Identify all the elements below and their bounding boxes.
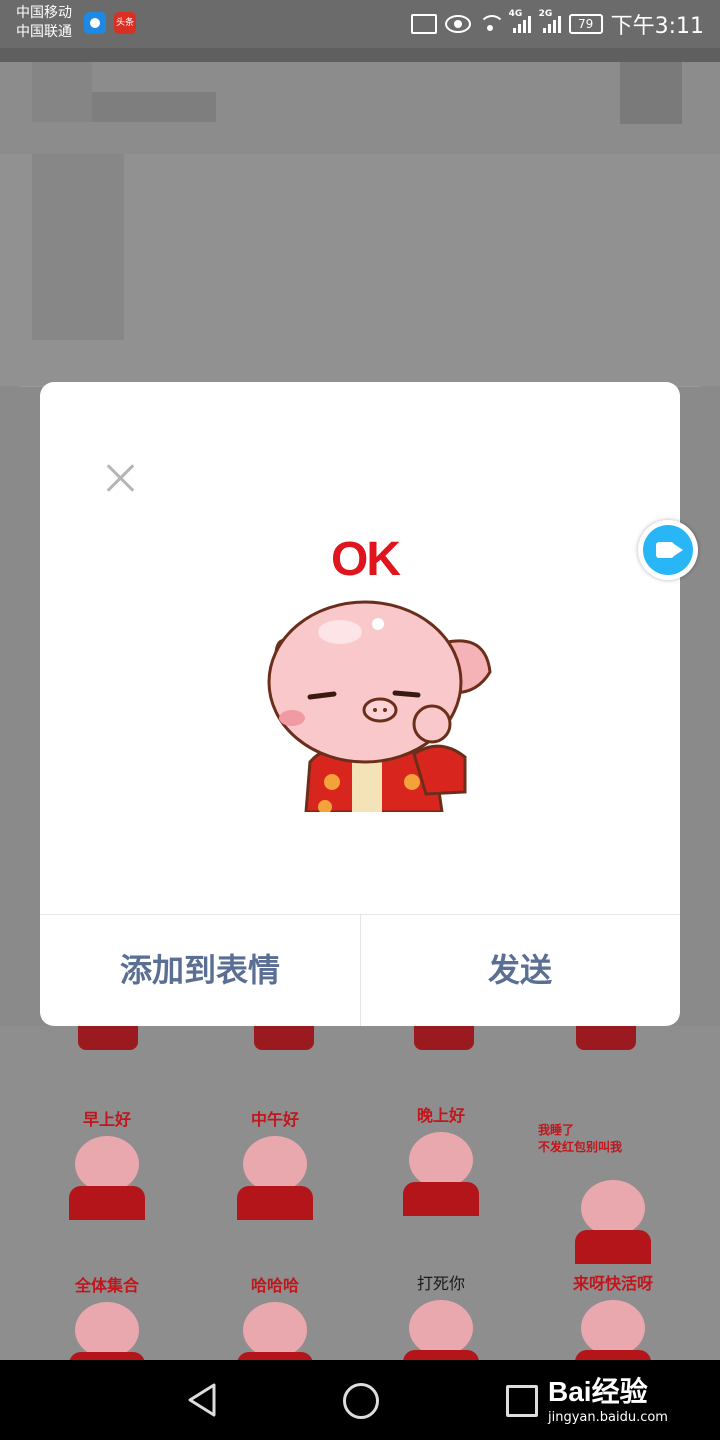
baidu-watermark: Bai经验 jingyan.baidu.com [548,1370,718,1436]
blurred-block [92,92,216,122]
sticker-grid: 早上好 中午好 晚上好 我睡了 不发红包别叫我 全体集合 哈哈哈 打死你 来呀快… [0,1026,720,1386]
floating-camera-button[interactable] [638,520,698,580]
signal-2g-icon: 2G [539,9,561,33]
sticker-cutoff [254,1026,314,1050]
nav-back-icon[interactable] [186,1382,218,1418]
sticker-item[interactable]: 晚上好 [366,1102,516,1216]
pig-sticker-image [403,1300,479,1384]
sticker-item[interactable]: 早上好 [32,1106,182,1220]
pig-sticker-image [237,1302,313,1386]
background-title-area [0,62,720,154]
sticker-cutoff [576,1026,636,1050]
app-notification-icon [84,12,106,34]
pig-sticker-image [69,1302,145,1386]
pig-sticker-image [69,1136,145,1220]
sticker-item[interactable]: 中午好 [200,1106,350,1220]
watermark-url: jingyan.baidu.com [548,1410,668,1425]
sticker-preview-dialog: OK 添加到表情 发送 [40,382,680,1026]
status-bar: 中国移动 中国联通 头条 4G 2G 79 下午3:11 [0,0,720,48]
background-content [0,154,720,386]
status-indicators: 4G 2G 79 下午3:11 [410,9,704,39]
nav-recent-icon[interactable] [506,1385,538,1417]
background-header [0,48,720,62]
carrier-labels: 中国移动 中国联通 [16,4,72,42]
clock: 下午3:11 [610,14,704,39]
pig-sticker-image [575,1180,651,1264]
pig-sticker-image [267,600,492,812]
blurred-block [32,62,92,122]
blurred-image [32,154,124,340]
video-camera-icon [656,542,683,558]
sticker-item[interactable]: 全体集合 [32,1272,182,1386]
battery-icon: 79 [568,14,603,34]
eye-comfort-icon [444,15,471,33]
sticker-item[interactable]: 来呀快活呀 [538,1270,688,1384]
sticker-item[interactable]: 哈哈哈 [200,1272,350,1386]
sticker-cutoff [414,1026,474,1050]
sticker-item[interactable]: 打死你 [366,1270,516,1384]
sticker-cutoff [78,1026,138,1050]
carrier-2: 中国联通 [16,24,72,40]
watermark-brand: Bai经验 [548,1376,648,1407]
pig-sticker-image [237,1136,313,1220]
carrier-1: 中国移动 [16,5,72,21]
nav-home-icon[interactable] [343,1383,379,1419]
pig-sticker-image [575,1300,651,1384]
signal-4g-icon: 4G [509,9,531,33]
pig-sticker-image [403,1132,479,1216]
wifi-icon [478,15,505,33]
sticker-item[interactable]: 我睡了 不发红包别叫我 [538,1102,688,1264]
screen-cast-icon [410,14,437,34]
blurred-block [620,62,682,124]
sticker-preview: OK [230,532,500,812]
send-button[interactable]: 发送 [360,915,680,1026]
navigation-bar: Bai经验 jingyan.baidu.com [0,1360,720,1440]
add-to-stickers-button[interactable]: 添加到表情 [40,915,360,1026]
close-icon[interactable] [100,458,140,498]
toutiao-notification-icon: 头条 [114,12,136,34]
